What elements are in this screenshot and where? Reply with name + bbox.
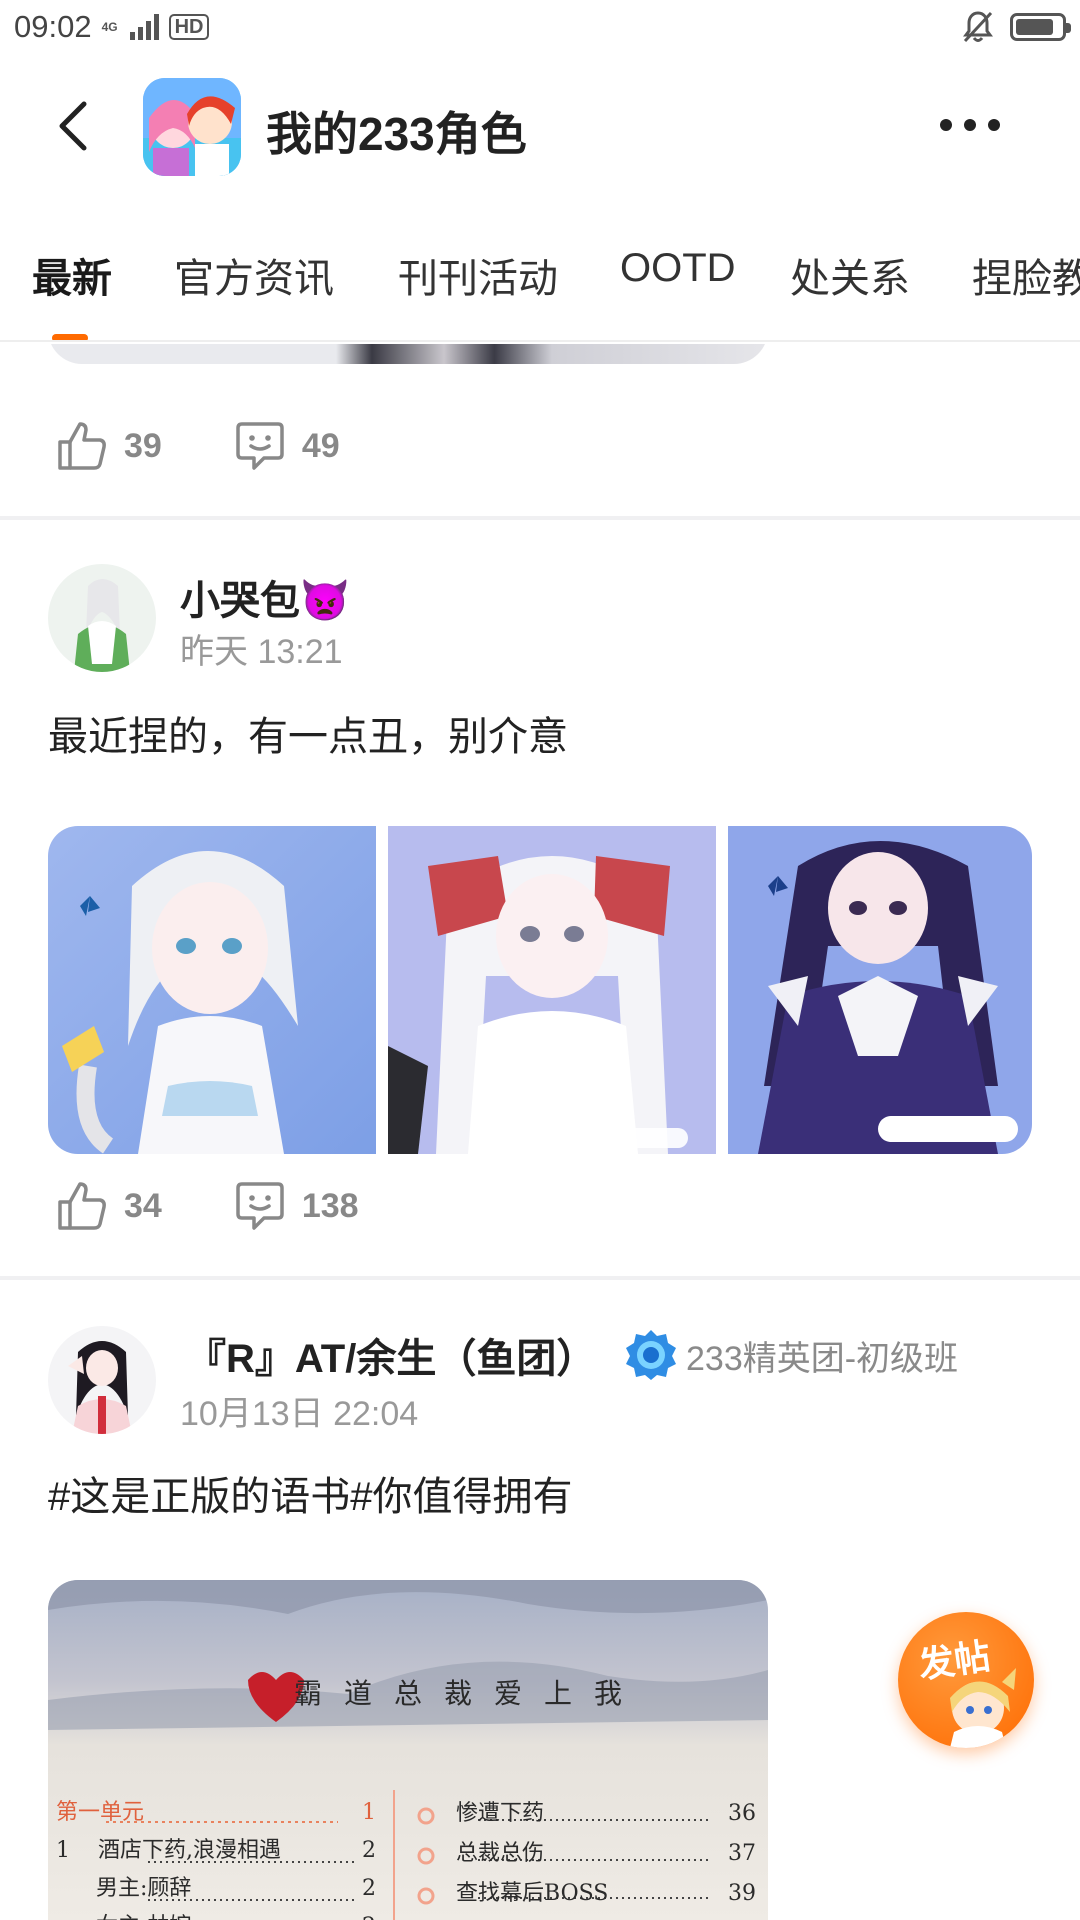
tab-ootd[interactable]: OOTD — [620, 246, 736, 291]
image-heading: 霸道总裁爱上我 — [294, 1677, 645, 1710]
status-time: 09:02 — [14, 9, 92, 44]
avatar[interactable] — [48, 564, 156, 672]
tab-face-tutorial[interactable]: 捏脸教 — [972, 246, 1080, 304]
create-post-button[interactable]: 发帖 — [898, 1612, 1034, 1748]
page-title: 我的233角色 — [266, 108, 527, 160]
username[interactable]: 小哭包👿 — [180, 568, 350, 626]
more-dot-icon — [988, 119, 1000, 131]
post-image[interactable] — [48, 344, 768, 364]
battery-icon — [1010, 13, 1071, 41]
post-image[interactable] — [728, 826, 1032, 1154]
network-type: 4G — [101, 20, 118, 34]
post-divider — [0, 1276, 1080, 1280]
post-divider — [0, 516, 1080, 520]
comment-button[interactable]: 138 — [234, 1180, 359, 1232]
member-badge[interactable]: 233精英团-初级班 — [624, 1328, 958, 1382]
tab-relationships[interactable]: 处关系 — [790, 246, 910, 304]
tab-latest[interactable]: 最新 — [32, 246, 112, 304]
comment-icon — [236, 1182, 284, 1230]
back-button[interactable] — [48, 96, 98, 156]
like-button[interactable]: 34 — [56, 1180, 162, 1232]
comment-count: 138 — [301, 1186, 359, 1225]
top-bar: 我的233角色 — [0, 54, 1080, 204]
thumbs-up-icon — [58, 1182, 106, 1230]
create-post-label: 发帖 — [915, 1635, 993, 1686]
post-time: 10月13日 22:04 — [180, 1395, 419, 1433]
bell-muted-icon — [963, 11, 993, 43]
username[interactable]: 『R』AT/余生（鱼团） — [186, 1326, 596, 1384]
post-image[interactable]: 霸道总裁爱上我 第一单元1 1 酒店下药,浪漫相遇2 男主:顾辞2 女主:林婉2… — [48, 1580, 768, 1920]
signal-icon — [129, 14, 159, 40]
more-dot-icon — [940, 119, 952, 131]
post-text[interactable]: #这是正版的语书#你值得拥有 — [48, 1464, 573, 1522]
status-bar: 09:02 4G HD — [0, 0, 1080, 54]
post-actions: 39 49 — [56, 420, 412, 472]
status-right — [962, 10, 1071, 44]
comment-button[interactable]: 49 — [234, 420, 340, 472]
image-grid — [48, 826, 1032, 1154]
post-actions: 34 138 — [56, 1180, 431, 1232]
post-image[interactable] — [388, 826, 716, 1154]
more-dot-icon — [964, 119, 976, 131]
thumbs-up-icon — [58, 422, 106, 470]
post-image[interactable] — [48, 826, 376, 1154]
active-tab-indicator — [52, 334, 88, 340]
badge-label: 233精英团-初级班 — [686, 1339, 959, 1378]
category-tabs: 最新 官方资讯 刊刊活动 OOTD 处关系 捏脸教 — [0, 232, 1080, 342]
app-icon[interactable] — [143, 78, 241, 176]
post-text[interactable]: 最近捏的，有一点丑，别介意 — [48, 704, 568, 762]
elite-badge-icon — [626, 1330, 676, 1380]
comment-icon — [236, 422, 284, 470]
comment-count: 49 — [301, 426, 340, 465]
hd-indicator: HD — [168, 14, 210, 40]
status-left: 09:02 4G HD — [14, 9, 210, 45]
tab-events[interactable]: 刊刊活动 — [398, 246, 558, 304]
like-button[interactable]: 39 — [56, 420, 162, 472]
like-count: 34 — [124, 1186, 162, 1225]
avatar[interactable] — [48, 1326, 156, 1434]
image-toc-left: 第一单元1 1 酒店下药,浪漫相遇2 男主:顾辞2 女主:林婉2 — [56, 1800, 376, 1920]
devil-emoji: 👿 — [300, 579, 350, 623]
back-arrow-icon — [59, 101, 87, 151]
image-toc-right: 惨遭下药 36 总裁总伤 37 查找幕后BOSS 39 — [456, 1801, 756, 1906]
like-count: 39 — [124, 426, 162, 465]
post-time: 昨天 13:21 — [180, 633, 343, 671]
more-options-button[interactable] — [940, 110, 1000, 140]
tab-official-news[interactable]: 官方资讯 — [174, 246, 334, 304]
